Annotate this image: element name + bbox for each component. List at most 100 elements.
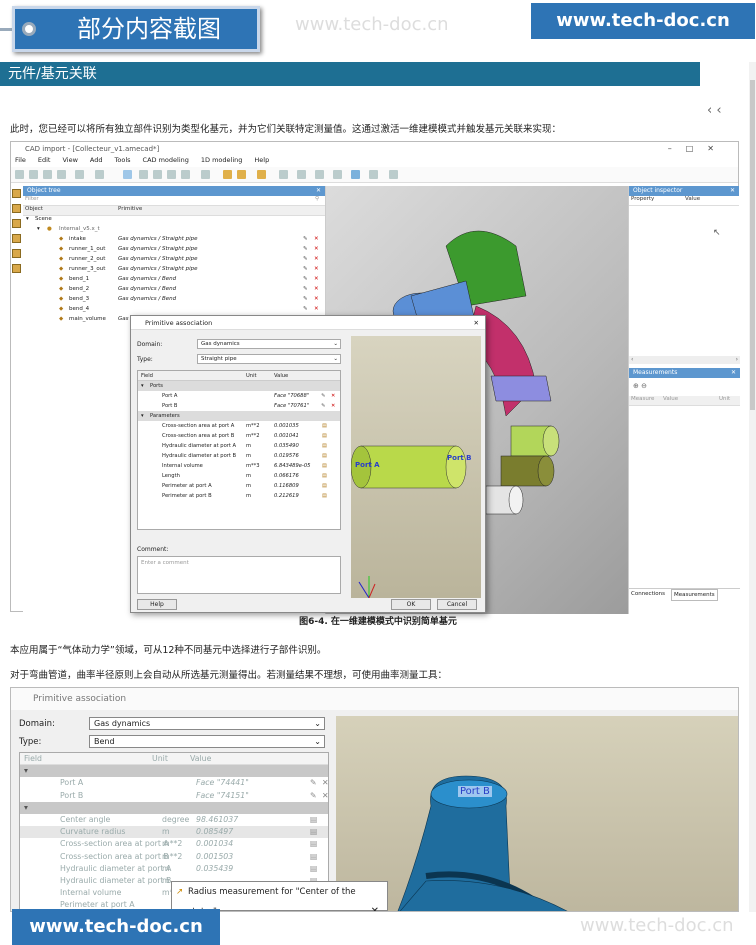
next-page-icon[interactable]: ‹ <box>716 103 721 118</box>
undo-icon[interactable] <box>75 170 84 179</box>
measure-icon[interactable]: ▤ <box>310 814 317 826</box>
measure-icon[interactable]: ▤ <box>322 481 327 491</box>
tree-item[interactable]: ◆ bend_1 Gas dynamics / Bend ✎ ✕ <box>23 276 325 286</box>
part-icon[interactable] <box>12 219 21 228</box>
port-row[interactable]: Port B Face "70761" ✎ ✕ <box>138 401 340 411</box>
measure-icon[interactable]: ▤ <box>322 441 327 451</box>
site-banner-bottom[interactable]: www.tech-doc.cn <box>12 909 220 945</box>
bend-domain-select[interactable]: Gas dynamics ⌄ <box>89 717 325 730</box>
menu-add[interactable]: Add <box>90 156 103 167</box>
bend-param-row[interactable]: Hydraulic diameter at port Am 0.035439 ▤ <box>20 863 328 875</box>
tool-icon[interactable] <box>351 170 360 179</box>
tool-icon[interactable] <box>167 170 176 179</box>
close-icon[interactable]: ✕ <box>371 902 379 911</box>
measure-icon[interactable]: ▤ <box>322 451 327 461</box>
page-scroll-thumb[interactable] <box>750 80 755 410</box>
col-object[interactable]: Object <box>25 206 43 212</box>
zoom-icon[interactable] <box>181 170 190 179</box>
delete-icon[interactable]: ✕ <box>314 256 319 262</box>
tree-item[interactable]: ◆ intake Gas dynamics / Straight pipe ✎ ✕ <box>23 236 325 246</box>
edit-icon[interactable]: ✎ <box>321 391 325 401</box>
edit-icon[interactable]: ✎ <box>303 266 308 272</box>
prev-page-icon[interactable]: ‹ <box>707 103 712 118</box>
bend-group-ports[interactable]: ▾ <box>20 765 328 778</box>
tool-icon[interactable] <box>43 170 52 179</box>
help-button[interactable]: Help <box>137 599 177 610</box>
tree-item[interactable]: ◆ runner_1_out Gas dynamics / Straight pip… <box>23 246 325 256</box>
param-row[interactable]: Internal volume m**3 6.843489e-05 ▤ <box>138 461 340 471</box>
bend-group-parameters[interactable]: ▾ <box>20 801 328 814</box>
tool-icon[interactable] <box>237 170 246 179</box>
edit-icon[interactable]: ✎ <box>303 256 308 262</box>
close-icon[interactable]: ✕ <box>730 186 735 196</box>
tool-icon[interactable] <box>333 170 342 179</box>
close-icon[interactable]: ✕ <box>731 368 736 378</box>
measure-icon[interactable]: ▤ <box>322 491 327 501</box>
comment-textarea[interactable]: Enter a comment <box>137 556 341 594</box>
delete-icon[interactable]: ✕ <box>314 306 319 312</box>
bend-param-row[interactable]: Center angle degree 98.461037 ▤ <box>20 814 328 826</box>
col-value[interactable]: Value <box>274 371 288 381</box>
param-row[interactable]: Hydraulic diameter at port B m 0.019576 ▤ <box>138 451 340 461</box>
measure-icon[interactable]: ▤ <box>322 461 327 471</box>
delete-icon[interactable]: ✕ <box>322 777 329 789</box>
tool-icon[interactable] <box>389 170 398 179</box>
group-ports[interactable]: ▾ Ports <box>138 381 340 391</box>
part-icon[interactable] <box>12 204 21 213</box>
delete-icon[interactable]: ✕ <box>314 296 319 302</box>
filter-icon[interactable]: ⚲ <box>315 196 319 202</box>
group-parameters[interactable]: ▾ Parameters <box>138 411 340 421</box>
tool-icon[interactable] <box>139 170 148 179</box>
bend-param-row[interactable]: Cross-section area at port Am**2 0.001034… <box>20 838 328 850</box>
menu-view[interactable]: View <box>62 156 77 167</box>
menu-help[interactable]: Help <box>254 156 269 167</box>
bend-param-row[interactable]: Cross-section area at port Bm**2 0.001503… <box>20 851 328 863</box>
edit-icon[interactable]: ✎ <box>303 286 308 292</box>
col-field[interactable]: Field <box>141 371 153 381</box>
col-value[interactable]: Value <box>663 396 678 402</box>
edit-icon[interactable]: ✎ <box>303 296 308 302</box>
col-unit[interactable]: Unit <box>152 753 168 765</box>
tool-icon[interactable] <box>315 170 324 179</box>
port-row[interactable]: Port A Face "70688" ✎ ✕ <box>138 391 340 401</box>
delete-icon[interactable]: ✕ <box>314 246 319 252</box>
measurement-tool-icons[interactable]: ⊕ ⊖ <box>633 382 647 390</box>
tool-icon[interactable] <box>15 170 24 179</box>
delete-icon[interactable]: ✕ <box>314 266 319 272</box>
bend-port-row[interactable]: Port A Face "74441" ✎ ✕ <box>20 777 329 789</box>
delete-icon[interactable]: ✕ <box>314 276 319 282</box>
col-property[interactable]: Property <box>631 196 654 202</box>
param-row[interactable]: Cross-section area at port B m**2 0.001041… <box>138 431 340 441</box>
bend-port-row[interactable]: Port B Face "74151" ✎ ✕ <box>20 790 329 802</box>
measure-icon[interactable]: ▤ <box>310 838 317 850</box>
bend-param-row[interactable]: Curvature radius m 0.085497 ▤ <box>20 826 328 839</box>
tree-internal[interactable]: ▾ ● Internal_v5.x_t <box>23 226 325 236</box>
select-icon[interactable] <box>123 170 132 179</box>
tree-item[interactable]: ◆ runner_3_out Gas dynamics / Straight pip… <box>23 266 325 276</box>
measure-icon[interactable]: ▤ <box>310 826 317 838</box>
menu-edit[interactable]: Edit <box>38 156 51 167</box>
param-row[interactable]: Perimeter at port A m 0.116809 ▤ <box>138 481 340 491</box>
measure-icon[interactable]: ▤ <box>322 431 327 441</box>
edit-icon[interactable]: ✎ <box>303 276 308 282</box>
menu-1d-modeling[interactable]: 1D modeling <box>201 156 243 167</box>
col-field[interactable]: Field <box>24 753 42 765</box>
measure-icon[interactable]: ▤ <box>322 421 327 431</box>
param-row[interactable]: Length m 0.066176 ▤ <box>138 471 340 481</box>
tree-scene[interactable]: ▾ Scene <box>23 216 325 226</box>
edit-icon[interactable]: ✎ <box>303 246 308 252</box>
param-row[interactable]: Cross-section area at port A m**2 0.001035… <box>138 421 340 431</box>
col-value[interactable]: Value <box>685 196 700 202</box>
bend-type-select[interactable]: Bend ⌄ <box>89 735 325 748</box>
tool-icon[interactable] <box>279 170 288 179</box>
delete-icon[interactable]: ✕ <box>322 790 329 802</box>
inspector-hscroll[interactable]: ‹ › <box>629 356 740 364</box>
tool-icon[interactable] <box>223 170 232 179</box>
col-value[interactable]: Value <box>190 753 211 765</box>
close-icon[interactable]: ✕ <box>316 186 321 196</box>
delete-icon[interactable]: ✕ <box>331 401 335 411</box>
edit-icon[interactable]: ✎ <box>303 306 308 312</box>
tree-filter-input[interactable]: Filter ⚲ <box>23 196 325 206</box>
menu-cad-modeling[interactable]: CAD modeling <box>143 156 189 167</box>
tool-icon[interactable] <box>257 170 266 179</box>
